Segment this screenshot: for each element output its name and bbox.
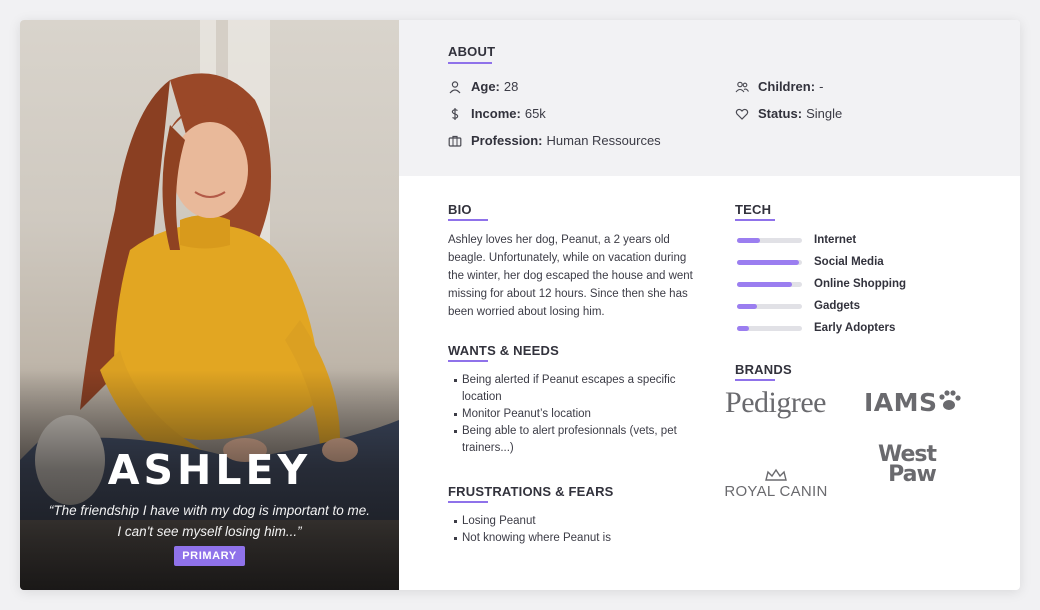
iams-logo: IAMS: [864, 388, 964, 417]
about-profession-label: Profession:: [471, 133, 543, 148]
persona-type-badge: PRIMARY: [174, 546, 245, 566]
about-underline: [448, 62, 492, 64]
tech-item-gadgets: Gadgets: [737, 299, 860, 313]
tech-title: TECH: [735, 202, 772, 217]
about-age: Age: 28: [448, 79, 518, 94]
tech-bar-fill: [737, 281, 793, 287]
about-profession-value: Human Ressources: [546, 133, 661, 148]
tech-bar: [737, 237, 802, 243]
wants-list: Being alerted if Peanut escapes a specif…: [448, 372, 693, 457]
about-age-value: 28: [503, 79, 519, 94]
tech-item-early-adopters: Early Adopters: [737, 321, 895, 335]
bio-text: Ashley loves her dog, Peanut, a 2 years …: [448, 234, 693, 318]
list-item: Being able to alert profesionnals (vets,…: [448, 423, 693, 457]
royal-canin-logo-text: ROYAL CANIN: [724, 483, 828, 500]
persona-quote-line-1: “The friendship I have with my dog is im…: [48, 503, 371, 518]
frustrations-underline: [448, 501, 488, 503]
about-title: ABOUT: [448, 44, 496, 59]
about-income: Income: 65k: [448, 106, 546, 121]
person-icon: [449, 80, 461, 93]
tech-label: Early Adopters: [814, 322, 896, 334]
tech-bar: [737, 281, 802, 287]
wants-underline: [448, 360, 488, 362]
royal-canin-logo: ROYAL CANIN: [722, 468, 830, 500]
about-income-label: Income:: [471, 106, 521, 121]
bio-title: BIO: [448, 202, 472, 217]
tech-bar: [737, 325, 802, 331]
tech-label: Online Shopping: [814, 278, 906, 290]
about-profession: Profession: Human Ressources: [448, 133, 661, 148]
about-children-value: -: [819, 79, 824, 94]
tech-bar-fill: [737, 325, 749, 331]
dollar-icon: [451, 107, 459, 120]
tech-label: Internet: [814, 234, 857, 246]
people-icon: [735, 81, 749, 92]
list-item: Being alerted if Peanut escapes a specif…: [448, 372, 693, 406]
frustrations-title: FRUSTRATIONS & FEARS: [448, 484, 614, 499]
wants-title: WANTS & NEEDS: [448, 343, 559, 358]
west-paw-logo-line-2: Paw: [888, 462, 937, 487]
about-children: Children: -: [735, 79, 823, 94]
persona-quote-line-2: I can't see myself losing him...”: [117, 524, 302, 539]
about-children-label: Children:: [758, 79, 816, 94]
persona-quote: “The friendship I have with my dog is im…: [40, 500, 379, 542]
brands-underline: [735, 379, 775, 381]
tech-item-social-media: Social Media: [737, 255, 884, 269]
brands-title: BRANDS: [735, 362, 792, 377]
frustrations-list: Losing Peanut Not knowing where Peanut i…: [448, 513, 693, 547]
crown-icon: [765, 468, 787, 481]
tech-bar-fill: [737, 303, 757, 309]
tech-bar: [737, 303, 802, 309]
list-item: Monitor Peanut’s location: [448, 406, 693, 423]
list-item: Not knowing where Peanut is: [448, 530, 693, 547]
persona-name: ASHLEY: [107, 446, 312, 494]
about-income-value: 65k: [524, 106, 546, 121]
heart-icon: [735, 108, 749, 120]
tech-bar-fill: [737, 259, 799, 265]
list-item: Losing Peanut: [448, 513, 693, 530]
iams-logo-text: IAMS: [864, 388, 938, 417]
paw-icon: [939, 390, 961, 410]
pedigree-logo: Pedigree: [725, 386, 826, 419]
west-paw-logo: West Paw: [872, 444, 942, 487]
tech-item-online-shopping: Online Shopping: [737, 277, 906, 291]
briefcase-icon: [448, 135, 462, 147]
about-age-label: Age:: [471, 79, 500, 94]
bio-underline: [448, 219, 488, 221]
persona-photo: ASHLEY “The friendship I have with my do…: [20, 20, 399, 590]
about-status: Status: Single: [735, 106, 842, 121]
tech-item-internet: Internet: [737, 233, 856, 247]
tech-label: Gadgets: [814, 300, 861, 312]
about-status-value: Single: [806, 106, 843, 121]
tech-bar: [737, 259, 802, 265]
tech-bar-fill: [737, 237, 760, 243]
tech-label: Social Media: [814, 256, 884, 268]
about-status-label: Status:: [758, 106, 803, 121]
tech-underline: [735, 219, 775, 221]
